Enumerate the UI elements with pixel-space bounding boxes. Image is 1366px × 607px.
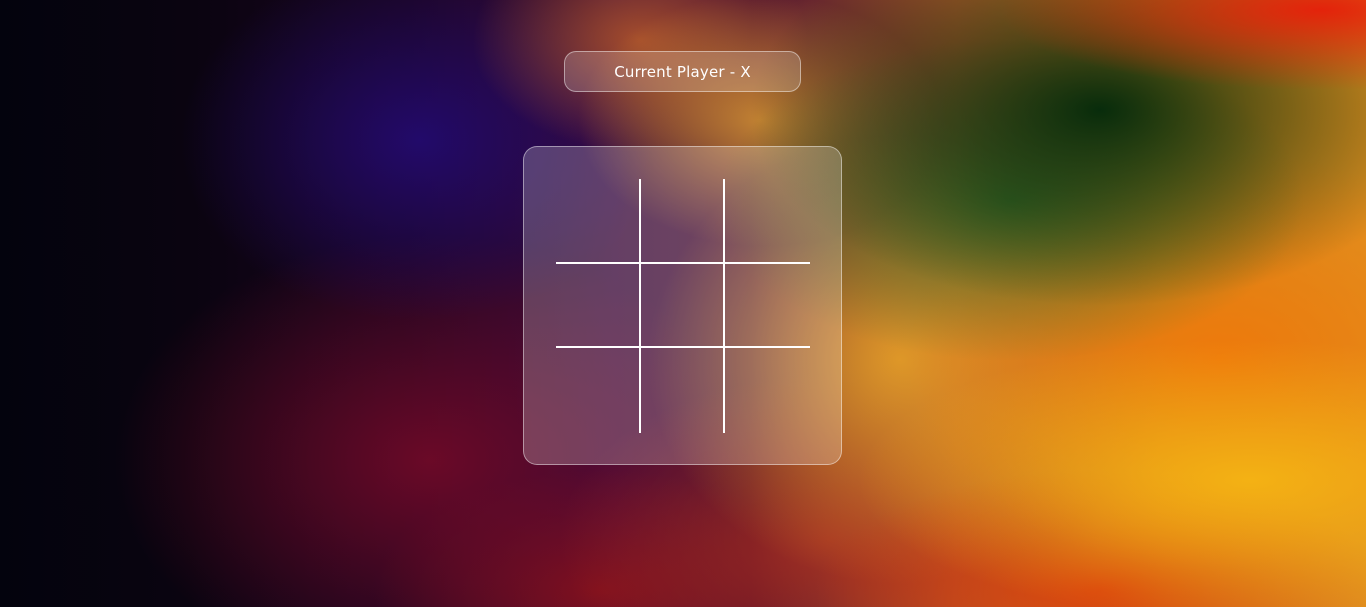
board-cell-1[interactable] <box>556 179 641 264</box>
current-player-label: Current Player - X <box>614 62 751 81</box>
current-player-indicator: Current Player - X <box>564 51 801 92</box>
board-cell-3[interactable] <box>725 179 810 264</box>
board-cell-2[interactable] <box>640 179 726 264</box>
board-cell-4[interactable] <box>556 263 641 349</box>
board-cell-7[interactable] <box>556 348 641 433</box>
board-cell-8[interactable] <box>641 348 726 433</box>
game-board-panel <box>523 146 842 465</box>
board-cell-9[interactable] <box>725 348 810 433</box>
board-cell-6[interactable] <box>725 264 810 349</box>
tic-tac-toe-board <box>556 179 810 433</box>
board-cell-5[interactable] <box>640 263 726 349</box>
